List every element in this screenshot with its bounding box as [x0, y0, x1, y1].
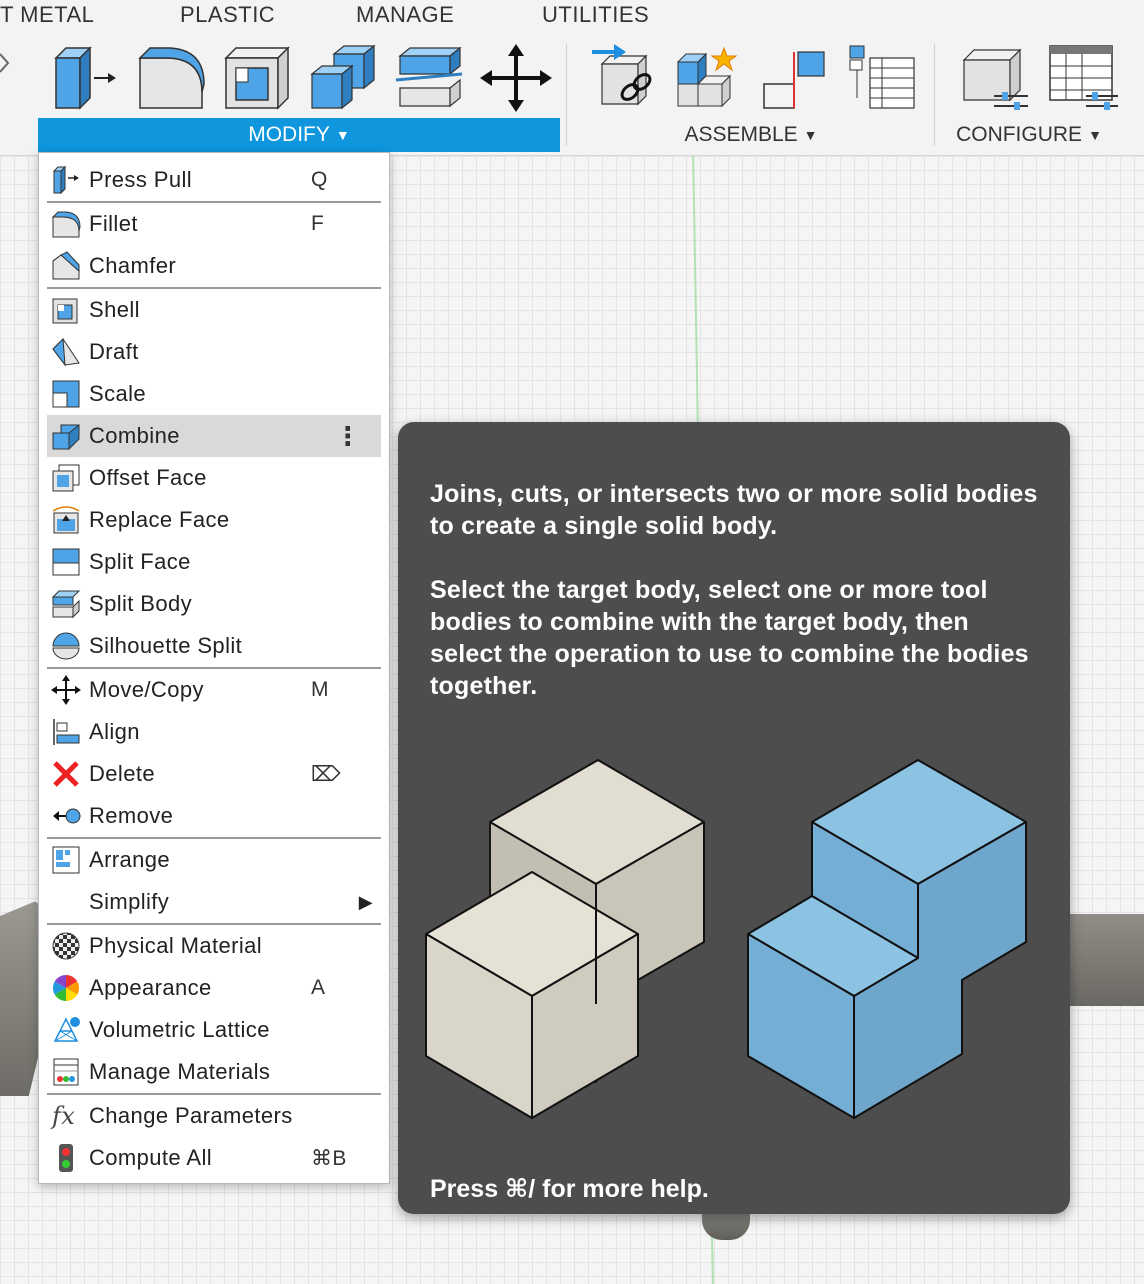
menu-item-compute-all[interactable]: Compute All ⌘B: [47, 1137, 381, 1179]
move-copy-toolbar-icon[interactable]: [480, 44, 552, 112]
menu-item-fillet[interactable]: Fillet F: [47, 203, 381, 245]
more-options-icon[interactable]: ⋮: [335, 421, 361, 452]
physical-material-icon: [49, 929, 83, 963]
menu-item-press-pull[interactable]: Press Pull Q: [47, 159, 381, 201]
toolbar-separator: [934, 44, 935, 146]
menu-item-silhouette-split[interactable]: Silhouette Split: [47, 625, 381, 667]
menu-item-split-face[interactable]: Split Face: [47, 541, 381, 583]
modify-label: MODIFY: [248, 123, 330, 146]
offset-face-icon: [49, 461, 83, 495]
tab-utilities[interactable]: UTILITIES: [542, 2, 649, 28]
tooltip-description: Joins, cuts, or intersects two or more s…: [430, 480, 1038, 540]
menu-item-move-copy[interactable]: Move/Copy M: [47, 669, 381, 711]
toolbar-separator: [566, 44, 567, 146]
manage-materials-icon: [49, 1055, 83, 1089]
function-icon: fx: [49, 1099, 83, 1133]
menu-item-change-parameters[interactable]: fx Change Parameters: [47, 1095, 381, 1137]
volumetric-lattice-icon: [49, 1013, 83, 1047]
menu-item-offset-face[interactable]: Offset Face: [47, 457, 381, 499]
menu-item-replace-face[interactable]: Replace Face: [47, 499, 381, 541]
split-face-icon: [49, 545, 83, 579]
menu-item-arrange[interactable]: Arrange: [47, 839, 381, 881]
tooltip-help-hint: Press ⌘/ for more help.: [430, 1175, 709, 1203]
rigid-group-toolbar-icon[interactable]: [760, 44, 832, 112]
combine-icon: [49, 419, 83, 453]
chevron-down-icon: ▼: [335, 127, 350, 143]
model-body-right: [1064, 914, 1144, 1006]
menu-item-delete[interactable]: Delete ⌦: [47, 753, 381, 795]
split-body-icon: [49, 587, 83, 621]
press-pull-toolbar-icon[interactable]: [50, 44, 122, 112]
remove-icon: [49, 799, 83, 833]
shell-toolbar-icon[interactable]: [222, 44, 294, 112]
menu-item-align[interactable]: Align: [47, 711, 381, 753]
tab-manage[interactable]: MANAGE: [356, 2, 454, 28]
simplify-icon: [49, 885, 83, 919]
menu-item-chamfer[interactable]: Chamfer: [47, 245, 381, 287]
fillet-toolbar-icon[interactable]: [136, 44, 208, 112]
draft-icon: [49, 335, 83, 369]
chevron-right-icon: ▶: [358, 891, 373, 912]
menu-item-combine[interactable]: Combine ⋮: [47, 415, 381, 457]
arrange-icon: [49, 843, 83, 877]
menu-item-shell[interactable]: Shell: [47, 289, 381, 331]
svg-text:fx: fx: [50, 1102, 75, 1130]
split-body-toolbar-icon[interactable]: [394, 44, 466, 112]
scroll-left-icon[interactable]: [0, 52, 12, 74]
assemble-menu-button[interactable]: ASSEMBLE ▼: [578, 118, 924, 152]
menu-item-scale[interactable]: Scale: [47, 373, 381, 415]
menu-item-draft[interactable]: Draft: [47, 331, 381, 373]
configure-design-toolbar-icon[interactable]: [958, 44, 1030, 112]
toolbar: T METAL PLASTIC MANAGE UTILITIES MODIFY …: [0, 0, 1144, 156]
combine-illustration: [425, 759, 1027, 1119]
combine-toolbar-icon[interactable]: [308, 44, 380, 112]
scale-icon: [49, 377, 83, 411]
chevron-down-icon: ▼: [803, 127, 818, 143]
shell-icon: [49, 293, 83, 327]
delete-icon: [49, 757, 83, 791]
chamfer-icon: [49, 249, 83, 283]
fillet-icon: [49, 207, 83, 241]
tab-sheet-metal[interactable]: T METAL: [0, 2, 94, 28]
traffic-light-icon: [49, 1141, 83, 1175]
align-icon: [49, 715, 83, 749]
configure-label: CONFIGURE: [956, 123, 1083, 146]
menu-item-volumetric-lattice[interactable]: Volumetric Lattice: [47, 1009, 381, 1051]
bill-of-materials-toolbar-icon[interactable]: [846, 44, 918, 112]
configuration-table-toolbar-icon[interactable]: [1046, 44, 1118, 112]
configure-menu-button[interactable]: CONFIGURE ▼: [944, 118, 1114, 152]
press-pull-icon: [49, 163, 83, 197]
chevron-down-icon: ▼: [1088, 127, 1102, 143]
menu-item-split-body[interactable]: Split Body: [47, 583, 381, 625]
menu-item-manage-materials[interactable]: Manage Materials: [47, 1051, 381, 1093]
menu-item-appearance[interactable]: Appearance A: [47, 967, 381, 1009]
new-component-toolbar-icon[interactable]: [672, 44, 744, 112]
modify-menu-button[interactable]: MODIFY ▼: [38, 118, 560, 152]
appearance-icon: [49, 971, 83, 1005]
menu-item-simplify[interactable]: Simplify ▶: [47, 881, 381, 923]
silhouette-split-icon: [49, 629, 83, 663]
combine-tooltip: Joins, cuts, or intersects two or more s…: [398, 422, 1070, 1214]
menu-item-remove[interactable]: Remove: [47, 795, 381, 837]
tooltip-instructions: Select the target body, select one or mo…: [430, 576, 1029, 700]
joint-toolbar-icon[interactable]: [590, 44, 662, 112]
modify-dropdown-menu: Press Pull Q Fillet F Chamfer Shell Draf…: [38, 152, 390, 1184]
move-copy-icon: [49, 673, 83, 707]
menu-item-physical-material[interactable]: Physical Material: [47, 925, 381, 967]
tab-plastic[interactable]: PLASTIC: [180, 2, 275, 28]
replace-face-icon: [49, 503, 83, 537]
assemble-label: ASSEMBLE: [684, 123, 798, 146]
